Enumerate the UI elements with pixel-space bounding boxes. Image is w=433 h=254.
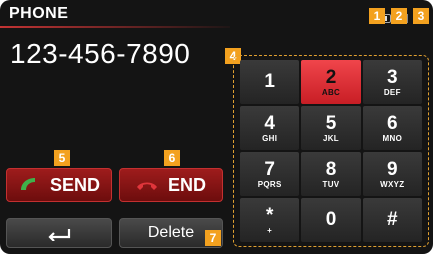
callout-6: 6 [164,150,180,166]
callout-3: 3 [413,8,429,24]
key-hash[interactable]: # [362,198,422,242]
dialed-number-display: 123-456-7890 [10,38,191,69]
back-arrow-icon [48,229,71,241]
page-title: PHONE [9,5,69,22]
phone-hangup-icon [136,182,157,190]
end-button[interactable]: END [119,168,223,202]
send-button[interactable]: SEND [6,168,112,202]
key-8[interactable]: 8 TUV [301,152,361,196]
key-5[interactable]: 5 JKL [301,106,361,150]
dial-keypad: 1 2 ABC 3 DEF 4 GHI 5 JKL 6 MNO 7 PQRS 8 TUV 9W… [240,60,422,242]
callout-1: 1 [369,8,385,24]
key-1[interactable]: 1 [240,60,300,104]
key-3[interactable]: 3 DEF [362,60,422,104]
key-9[interactable]: 9 WXYZ [362,152,422,196]
back-button[interactable] [6,218,112,248]
key-2[interactable]: 2 ABC [301,60,361,104]
delete-label: Delete [147,224,195,241]
key-0[interactable]: 0 [301,198,361,242]
phone-screen: PHONE ʙ 1 2 3 4 123-456-7890 5 6 SEND EN… [0,0,433,254]
send-label: SEND [49,174,100,195]
phone-call-icon [20,178,35,190]
title-divider [0,26,230,28]
key-star[interactable]: * + [240,198,300,242]
key-6[interactable]: 6 MNO [362,106,422,150]
callout-7: 7 [205,230,221,246]
key-7[interactable]: 7 PQRS [240,152,300,196]
callout-5: 5 [54,150,70,166]
end-label: END [167,174,206,195]
callout-2: 2 [391,8,407,24]
key-4[interactable]: 4 GHI [240,106,300,150]
